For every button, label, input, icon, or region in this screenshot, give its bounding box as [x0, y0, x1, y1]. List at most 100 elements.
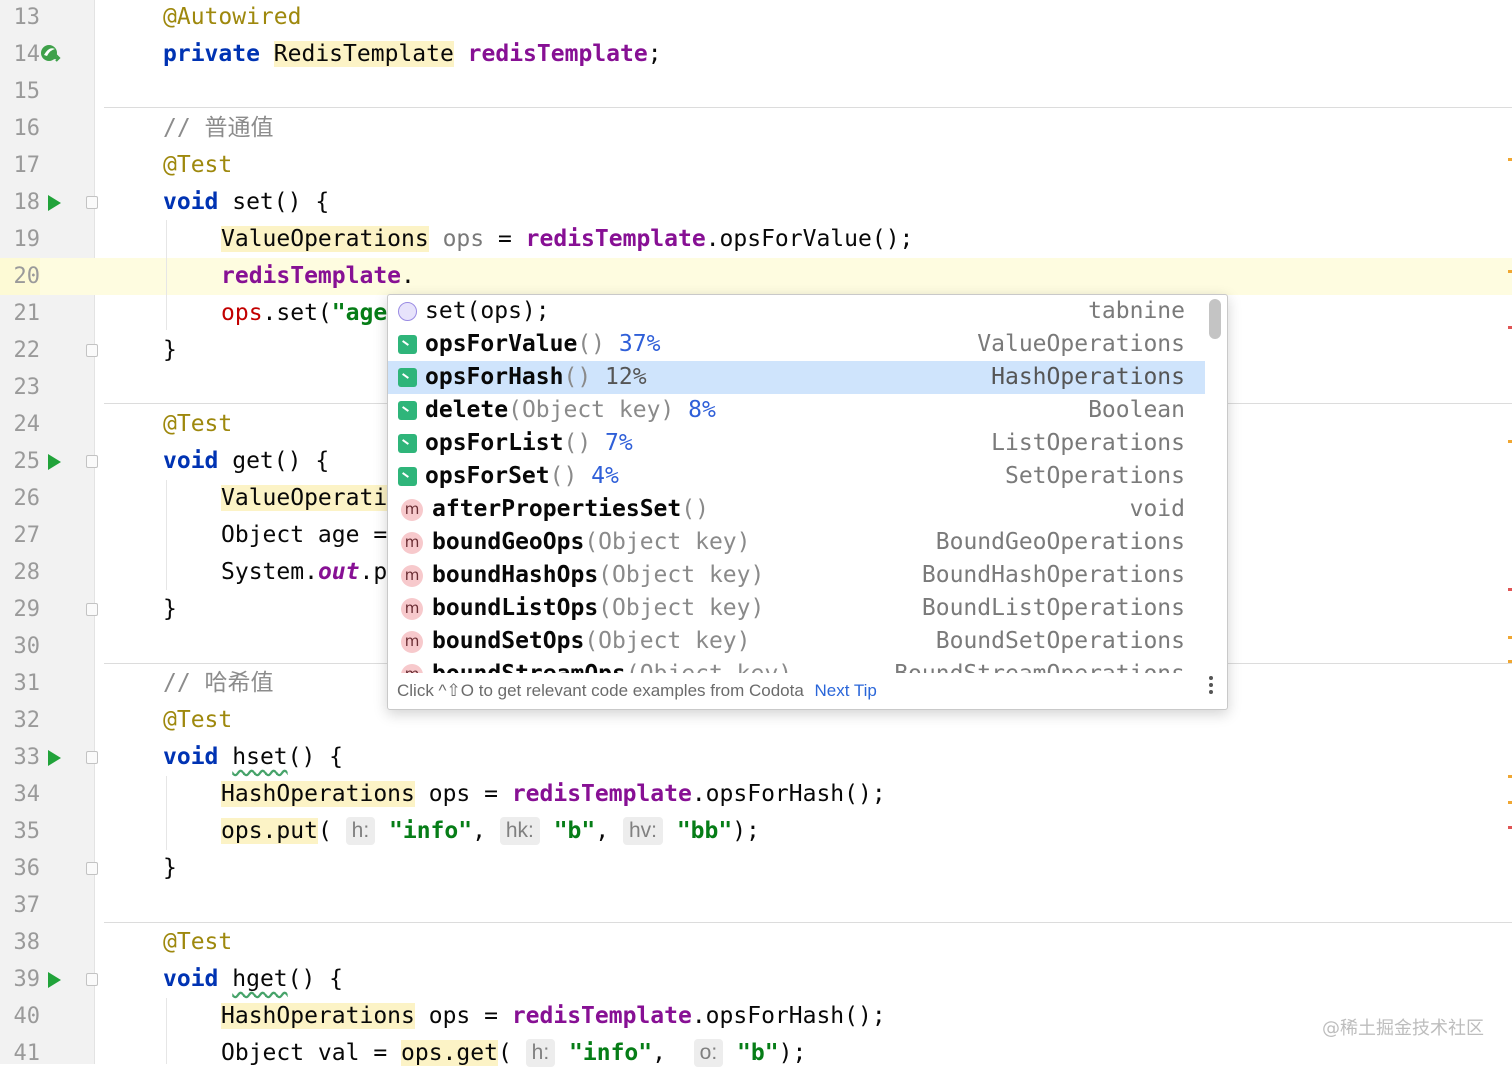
- completion-probability: 12%: [591, 364, 647, 390]
- code-text[interactable]: ValueOperations ops = redisTemplate.opsF…: [221, 221, 913, 258]
- method-icon-letter: m: [404, 500, 420, 518]
- code-line-40[interactable]: 40 HashOperations ops = redisTemplate.ops…: [0, 998, 1512, 1035]
- parameter-hint: o:: [693, 1039, 724, 1067]
- completion-item-setops[interactable]: set(ops); tabnine: [388, 295, 1205, 328]
- code-text[interactable]: @Test: [163, 702, 232, 739]
- error-stripe-mark[interactable]: [1508, 270, 1512, 273]
- code-text[interactable]: HashOperations ops = redisTemplate.opsFo…: [221, 776, 886, 813]
- code-line-38[interactable]: 38 @Test: [0, 924, 1512, 961]
- code-text[interactable]: void set() {: [163, 184, 329, 221]
- code-token: "b": [553, 818, 596, 844]
- code-text[interactable]: // 哈希值: [163, 665, 274, 702]
- completion-name: boundHashOps(Object key): [432, 559, 764, 592]
- code-line-20[interactable]: 20 redisTemplate.: [0, 258, 1512, 295]
- fold-marker-icon[interactable]: [86, 344, 98, 357]
- run-test-icon[interactable]: [48, 195, 61, 211]
- code-line-15[interactable]: 15: [0, 73, 1512, 110]
- error-stripe-mark[interactable]: [1508, 775, 1512, 778]
- code-line-16[interactable]: 16 // 普通值: [0, 110, 1512, 147]
- method-icon: m: [401, 532, 423, 554]
- code-text[interactable]: @Test: [163, 924, 232, 961]
- error-stripe-mark[interactable]: [1508, 660, 1512, 663]
- code-text[interactable]: }: [163, 332, 177, 369]
- completion-item-boundlistops[interactable]: m boundListOps(Object key) BoundListOperat…: [388, 592, 1205, 625]
- completion-item-afterpropertiesset[interactable]: m afterPropertiesSet() void: [388, 493, 1205, 526]
- code-text[interactable]: }: [163, 591, 177, 628]
- fold-marker-icon[interactable]: [86, 973, 98, 986]
- fold-marker-icon[interactable]: [86, 603, 98, 616]
- code-text[interactable]: Object val = ops.get( h: "info", o: "b")…: [221, 1035, 806, 1072]
- fold-marker-icon[interactable]: [86, 455, 98, 468]
- error-stripe-mark[interactable]: [1508, 636, 1512, 639]
- fold-marker-icon[interactable]: [86, 862, 98, 875]
- completion-scrollbar[interactable]: [1209, 299, 1221, 339]
- line-number: 19: [13, 227, 41, 252]
- code-token: ValueOperati: [221, 485, 388, 511]
- code-line-14[interactable]: 14 private RedisTemplate redisTemplate;: [0, 36, 1512, 73]
- code-text[interactable]: void hget() {: [163, 961, 343, 998]
- code-line-33[interactable]: 33 void hset() {: [0, 739, 1512, 776]
- code-line-34[interactable]: 34 HashOperations ops = redisTemplate.ops…: [0, 776, 1512, 813]
- error-stripe-mark[interactable]: [1508, 326, 1512, 329]
- code-text[interactable]: void hset() {: [163, 739, 343, 776]
- code-text[interactable]: ValueOperati: [221, 480, 388, 517]
- method-icon-letter: m: [404, 566, 420, 584]
- code-line-37[interactable]: 37: [0, 887, 1512, 924]
- code-text[interactable]: }: [163, 850, 177, 887]
- run-test-icon[interactable]: [48, 972, 61, 988]
- code-text[interactable]: HashOperations ops = redisTemplate.opsFo…: [221, 998, 886, 1035]
- code-text[interactable]: @Test: [163, 406, 232, 443]
- line-number: 24: [13, 412, 41, 437]
- code-text[interactable]: // 普通值: [163, 110, 274, 147]
- more-options-icon[interactable]: [1209, 673, 1213, 697]
- code-token: @Test: [163, 152, 233, 178]
- run-test-icon[interactable]: [48, 454, 61, 470]
- line-number: 30: [13, 634, 41, 659]
- method-icon: m: [401, 565, 423, 587]
- completion-list[interactable]: set(ops); tabnine opsForValue() 37% ValueOp…: [388, 295, 1205, 673]
- fold-marker-icon[interactable]: [86, 196, 98, 209]
- code-text[interactable]: System.out.p: [221, 554, 387, 591]
- completion-item-boundgeoops[interactable]: m boundGeoOps(Object key) BoundGeoOperatio…: [388, 526, 1205, 559]
- code-text[interactable]: void get() {: [163, 443, 329, 480]
- completion-item-opsforvalue[interactable]: opsForValue() 37% ValueOperations: [388, 328, 1205, 361]
- code-text[interactable]: ops.put( h: "info", hk: "b", hv: "bb");: [221, 813, 760, 850]
- code-line-13[interactable]: 13 @Autowired: [0, 0, 1512, 36]
- completion-item-opsforset[interactable]: opsForSet() 4% SetOperations: [388, 460, 1205, 493]
- completion-item-boundhashops[interactable]: m boundHashOps(Object key) BoundHashOperat…: [388, 559, 1205, 592]
- code-line-39[interactable]: 39 void hget() {: [0, 961, 1512, 998]
- error-stripe-mark[interactable]: [1508, 801, 1512, 804]
- code-text[interactable]: redisTemplate.: [221, 258, 415, 295]
- completion-params: (): [681, 496, 709, 522]
- completion-item-delete[interactable]: delete(Object key) 8% Boolean: [388, 394, 1205, 427]
- code-text[interactable]: private RedisTemplate redisTemplate;: [163, 36, 662, 73]
- code-text[interactable]: ops.set("age: [221, 295, 387, 332]
- completion-item-opsforhash[interactable]: opsForHash() 12% HashOperations: [388, 361, 1205, 394]
- code-completion-popup[interactable]: set(ops); tabnine opsForValue() 37% ValueOp…: [387, 294, 1228, 710]
- completion-item-opsforlist[interactable]: opsForList() 7% ListOperations: [388, 427, 1205, 460]
- completion-item-boundsetops[interactable]: m boundSetOps(Object key) BoundSetOperatio…: [388, 625, 1205, 658]
- code-token: }: [163, 855, 177, 881]
- run-test-icon[interactable]: [48, 750, 61, 766]
- code-line-17[interactable]: 17 @Test: [0, 147, 1512, 184]
- completion-item-boundstreamops[interactable]: m boundStreamOps(Object key) BoundStreamOp…: [388, 658, 1205, 673]
- code-text[interactable]: @Test: [163, 147, 232, 184]
- error-stripe-mark[interactable]: [1508, 440, 1512, 443]
- fold-marker-icon[interactable]: [86, 751, 98, 764]
- code-token: "info": [569, 1040, 653, 1066]
- code-line-35[interactable]: 35 ops.put( h: "info", hk: "b", hv: "bb")…: [0, 813, 1512, 850]
- code-line-36[interactable]: 36}: [0, 850, 1512, 887]
- error-stripe-mark[interactable]: [1508, 826, 1512, 829]
- code-line-19[interactable]: 19 ValueOperations ops = redisTemplate.op…: [0, 221, 1512, 258]
- code-line-41[interactable]: 41 Object val = ops.get( h: "info", o: "b…: [0, 1035, 1512, 1072]
- code-text[interactable]: @Autowired: [163, 0, 301, 36]
- code-text[interactable]: Object age =: [221, 517, 387, 554]
- error-stripe-mark[interactable]: [1508, 588, 1512, 591]
- error-stripe-mark[interactable]: [1508, 158, 1512, 161]
- line-number: 39: [13, 967, 41, 992]
- method-icon-letter: m: [404, 632, 420, 650]
- next-tip-link[interactable]: Next Tip: [815, 681, 877, 700]
- code-token: ,: [472, 818, 500, 844]
- code-line-18[interactable]: 18 void set() {: [0, 184, 1512, 221]
- spring-bean-icon[interactable]: [40, 44, 62, 66]
